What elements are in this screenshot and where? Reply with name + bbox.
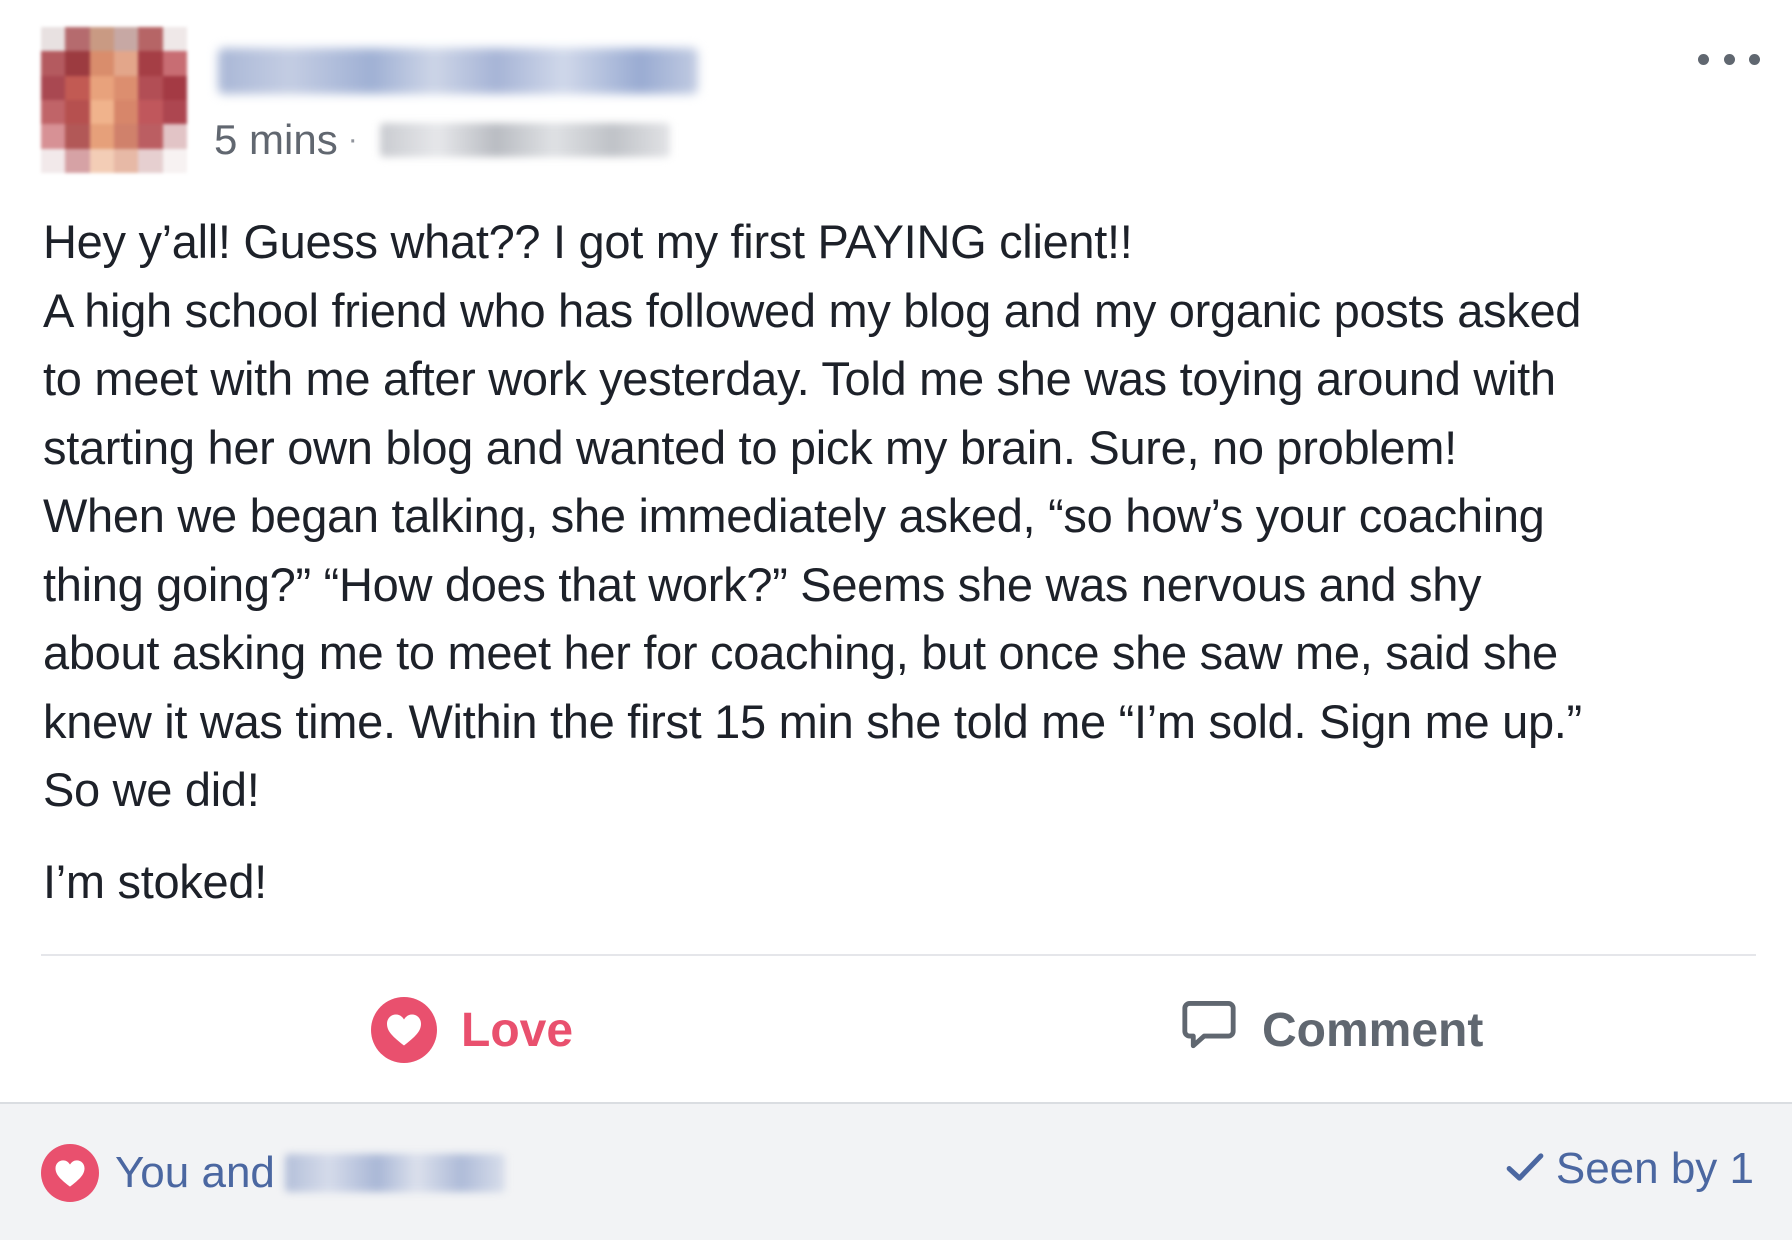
more-options-icon	[1698, 53, 1709, 65]
post-line: starting her own blog and wanted to pick…	[43, 420, 1457, 474]
post-line: So we did!	[43, 763, 260, 816]
post-text: Hey y’all! Guess what?? I got my first P…	[43, 208, 1763, 916]
reactor-names-redacted	[284, 1154, 505, 1192]
post-line: A high school friend who has followed my…	[43, 283, 1582, 337]
post-line: to meet with me after work yesterday. To…	[43, 352, 1556, 405]
more-options-icon	[1749, 53, 1760, 65]
love-label: Love	[461, 1003, 574, 1057]
more-options-button[interactable]	[1698, 42, 1760, 76]
post-footer: You and Seen by 1	[0, 1102, 1792, 1240]
post-meta: 5 mins ·	[214, 112, 670, 168]
post-timestamp[interactable]: 5 mins	[214, 116, 338, 164]
reactions-label: You and	[115, 1148, 275, 1197]
meta-separator: ·	[347, 123, 358, 156]
facebook-post: 5 mins · Hey y’all! Guess what?? I got m…	[0, 0, 1792, 1240]
post-closing-line: I’m stoked!	[43, 854, 267, 908]
post-line: knew it was time. Within the first 15 mi…	[43, 694, 1582, 748]
heart-icon	[41, 1144, 99, 1202]
heart-icon	[371, 997, 437, 1063]
comment-button[interactable]: Comment	[1180, 990, 1483, 1070]
post-line: Hey y’all! Guess what?? I got my first P…	[43, 215, 1133, 268]
seen-label: Seen by 1	[1555, 1144, 1754, 1193]
audience-redacted	[379, 123, 670, 157]
post-line: When we began talking, she immediately a…	[43, 489, 1545, 542]
post-line: thing going?” “How does that work?” Seem…	[43, 557, 1482, 611]
more-options-icon	[1723, 53, 1735, 65]
reactions-summary[interactable]: You and	[41, 1144, 505, 1202]
seen-by[interactable]: Seen by 1	[1506, 1144, 1754, 1194]
love-button[interactable]: Love	[371, 990, 573, 1070]
post-line: about asking me to meet her for coaching…	[43, 626, 1558, 679]
author-name-redacted[interactable]	[218, 48, 698, 94]
action-divider	[41, 954, 1756, 956]
avatar[interactable]	[41, 27, 187, 173]
comment-label: Comment	[1262, 1003, 1484, 1057]
checkmark-icon	[1506, 1144, 1544, 1194]
comment-bubble-icon	[1180, 995, 1238, 1065]
